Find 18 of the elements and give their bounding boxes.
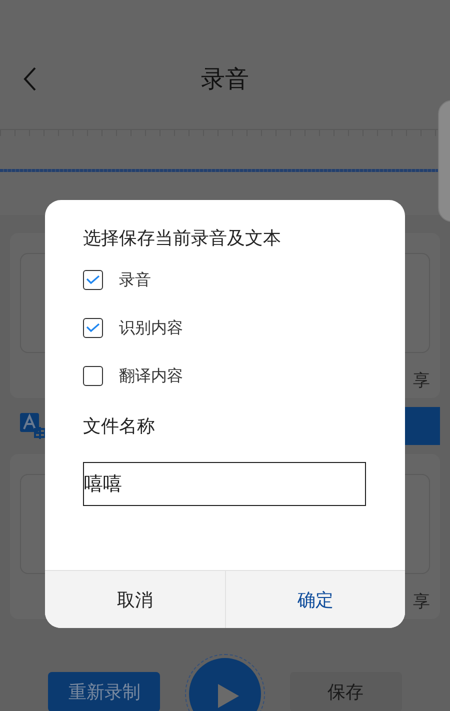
- checkbox[interactable]: [83, 270, 103, 290]
- filename-field[interactable]: 嘻嘻: [83, 462, 366, 506]
- back-icon[interactable]: [22, 66, 38, 92]
- dialog-title: 选择保存当前录音及文本: [83, 227, 282, 251]
- filename-label: 文件名称: [83, 415, 156, 439]
- re-record-button[interactable]: 重新录制: [48, 672, 160, 711]
- confirm-button[interactable]: 确定: [224, 571, 405, 628]
- checkmark-icon: [86, 323, 100, 333]
- option-label: 识别内容: [119, 317, 183, 339]
- checkbox[interactable]: [83, 366, 103, 386]
- share-link[interactable]: 享: [413, 590, 430, 613]
- checkmark-icon: [86, 275, 100, 285]
- option-label: 录音: [119, 269, 151, 291]
- option-label: 翻译内容: [119, 365, 183, 387]
- share-link[interactable]: 享: [413, 369, 430, 392]
- save-button[interactable]: 保存: [290, 672, 402, 711]
- checkbox[interactable]: [83, 318, 103, 338]
- page-title: 录音: [201, 64, 249, 95]
